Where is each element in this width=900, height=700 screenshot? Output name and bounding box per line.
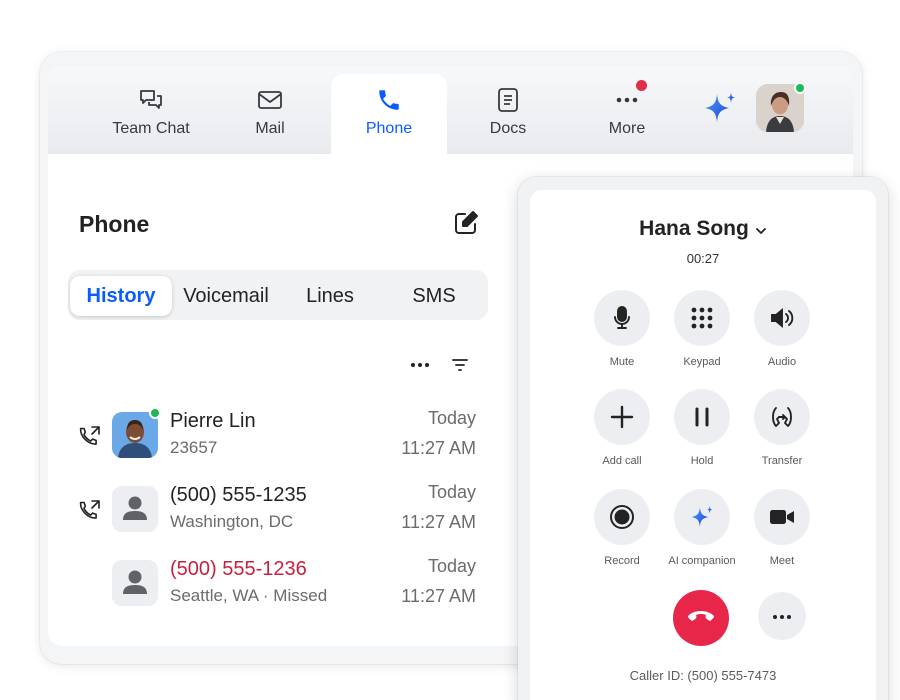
contact-name: (500) 555-1236 [170, 558, 307, 580]
outgoing-call-icon [78, 498, 102, 522]
page-title: Phone [79, 211, 150, 237]
ai-companion-sparkle-icon[interactable] [700, 88, 740, 128]
contact-detail: 23657 [170, 438, 218, 457]
keypad-button[interactable]: Keypad [662, 290, 742, 368]
meet-button[interactable]: Meet [742, 489, 822, 567]
person-icon [112, 486, 158, 532]
tab-docs[interactable]: Docs [450, 74, 566, 154]
contact-avatar [112, 486, 158, 532]
more-dots-icon [772, 607, 792, 625]
pause-icon [674, 389, 730, 445]
plus-icon [594, 389, 650, 445]
record-button[interactable]: Record [582, 489, 662, 567]
control-label: Audio [767, 356, 797, 368]
tab-label: Phone [365, 120, 413, 137]
segment-lines[interactable]: Lines [280, 276, 380, 316]
tab-team-chat[interactable]: Team Chat [93, 74, 209, 154]
tab-label: Docs [489, 120, 527, 137]
transfer-icon [754, 389, 810, 445]
contact-avatar [112, 560, 158, 606]
keypad-icon [674, 290, 730, 346]
segment-voicemail[interactable]: Voicemail [176, 276, 276, 316]
call-history-row[interactable]: (500) 555-1235 Washington, DC Today 11:2… [48, 482, 488, 548]
more-options-icon[interactable] [407, 354, 433, 376]
microphone-icon [594, 290, 650, 346]
contact-detail: Washington, DC [170, 512, 294, 531]
end-call-button[interactable] [673, 590, 729, 646]
more-dots-icon [613, 86, 641, 114]
add-call-button[interactable]: Add call [582, 389, 662, 467]
person-icon [112, 560, 158, 606]
call-history-row[interactable]: Pierre Lin 23657 Today 11:27 AM [48, 407, 488, 474]
phone-icon [375, 86, 403, 114]
call-time: 11:27 AM [401, 512, 476, 532]
tab-phone[interactable]: Phone [331, 74, 447, 154]
caller-name-dropdown[interactable]: Hana Song [530, 217, 876, 241]
presence-indicator [794, 82, 806, 94]
control-label: Mute [609, 356, 635, 368]
control-label: Meet [769, 555, 795, 567]
presence-indicator [149, 407, 161, 419]
segment-sms[interactable]: SMS [384, 276, 484, 316]
call-time: 11:27 AM [401, 438, 476, 458]
contact-name: (500) 555-1235 [170, 484, 307, 506]
call-day: Today [427, 408, 476, 428]
call-history-row[interactable]: (500) 555-1236 Seattle, WA · Missed Toda… [48, 556, 488, 622]
tab-more[interactable]: More [569, 74, 685, 154]
audio-button[interactable]: Audio [742, 290, 822, 368]
notification-badge [636, 80, 647, 91]
record-icon [594, 489, 650, 545]
control-label: Hold [690, 455, 714, 467]
document-icon [494, 86, 522, 114]
control-label: Record [604, 555, 640, 567]
tab-label: More [608, 120, 646, 137]
call-day: Today [427, 556, 476, 576]
tab-label: Mail [255, 120, 285, 137]
compose-icon[interactable] [452, 209, 480, 237]
outgoing-call-icon [78, 424, 102, 448]
filter-icon[interactable] [447, 354, 473, 376]
mail-icon [256, 86, 284, 114]
call-time: 11:27 AM [401, 586, 476, 606]
hang-up-icon [687, 609, 715, 628]
video-camera-icon [754, 489, 810, 545]
ai-companion-button[interactable]: AI companion [662, 489, 742, 567]
contact-detail: Seattle, WA · Missed [170, 586, 328, 605]
caller-name: Hana Song [639, 217, 749, 240]
control-label: Keypad [683, 356, 721, 368]
caller-id: Caller ID: (500) 555-7473 [629, 668, 777, 683]
segment-history[interactable]: History [70, 276, 172, 316]
speaker-icon [754, 290, 810, 346]
contact-avatar [112, 412, 158, 458]
contact-name: Pierre Lin [170, 410, 256, 432]
transfer-button[interactable]: Transfer [742, 389, 822, 467]
chat-bubbles-icon [137, 86, 165, 114]
call-day: Today [427, 482, 476, 502]
tab-mail[interactable]: Mail [212, 74, 328, 154]
mute-button[interactable]: Mute [582, 290, 662, 368]
call-more-options-button[interactable] [758, 592, 806, 640]
control-label: AI companion [668, 555, 736, 567]
top-navigation: Team Chat Mail Phone Docs More [48, 66, 853, 154]
call-timer: 00:27 [686, 251, 720, 266]
hold-button[interactable]: Hold [662, 389, 742, 467]
tab-label: Team Chat [112, 120, 190, 137]
chevron-down-icon [755, 217, 767, 241]
control-label: Add call [602, 455, 642, 467]
history-segmented-control: History Voicemail Lines SMS [68, 270, 488, 320]
control-label: Transfer [761, 455, 803, 467]
sparkle-icon [674, 489, 730, 545]
